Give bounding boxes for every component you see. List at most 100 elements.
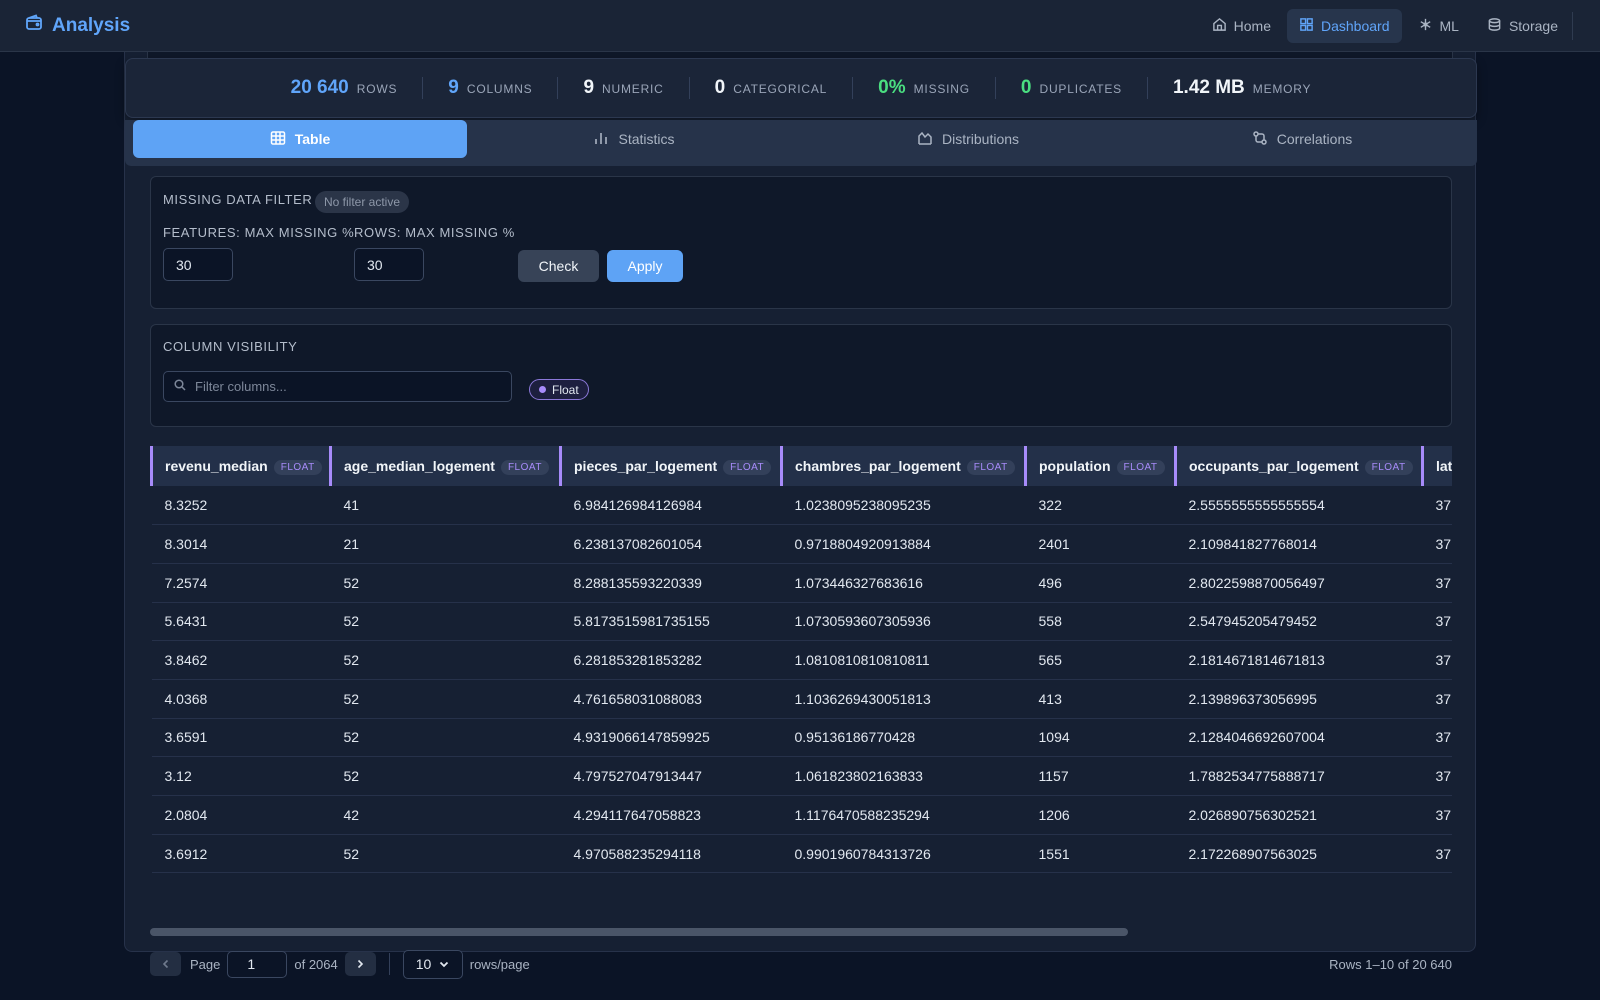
table-row: 8.3014 21 6.238137082601054 0.9718804920913…: [151, 524, 1452, 564]
main-nav: Home Dashboard ML Storage: [1200, 8, 1570, 43]
column-header-name: revenu_median: [165, 457, 268, 474]
column-header[interactable]: revenu_median FLOAT: [150, 446, 331, 486]
table-cell: 52: [330, 834, 561, 874]
table-cell: 52: [330, 563, 561, 603]
stat-memory: 1.42 MB MEMORY: [1146, 77, 1336, 99]
missing-filter-title: MISSING DATA FILTER: [163, 192, 313, 207]
nav-ml[interactable]: ML: [1406, 9, 1471, 43]
table-cell: 37.: [1422, 834, 1452, 874]
column-header[interactable]: lat: [1421, 446, 1452, 486]
float-dot-icon: [539, 386, 546, 393]
column-visibility-card: COLUMN VISIBILITY Float: [150, 324, 1452, 427]
chevron-left-icon: [161, 957, 171, 972]
table-cell: 2.5555555555555554: [1175, 486, 1423, 526]
table-cell: 4.797527047913447: [560, 756, 782, 796]
tab-distributions[interactable]: Distributions: [801, 120, 1135, 158]
table-row: 3.6912 52 4.970588235294118 0.9901960784313…: [151, 834, 1452, 874]
column-filter-box[interactable]: [163, 371, 512, 402]
table-row: 3.12 52 4.797527047913447 1.061823802163833…: [151, 756, 1452, 796]
column-header[interactable]: pieces_par_logement FLOAT: [559, 446, 782, 486]
table-cell: 37.: [1422, 718, 1452, 758]
search-icon: [174, 378, 186, 396]
table-cell: 1.7882534775888717: [1175, 756, 1423, 796]
column-header[interactable]: age_median_logement FLOAT: [329, 446, 561, 486]
rows-per-page-select[interactable]: 10: [402, 949, 463, 979]
nav-dashboard-label: Dashboard: [1321, 17, 1390, 34]
table-cell: 4.9319066147859925: [560, 718, 782, 758]
tab-correlations[interactable]: Correlations: [1135, 120, 1469, 158]
apply-button[interactable]: Apply: [607, 250, 683, 282]
tab-statistics[interactable]: Statistics: [467, 120, 801, 158]
table-header-row: revenu_median FLOAT age_median_logement FL…: [150, 446, 1452, 486]
nav-dashboard[interactable]: Dashboard: [1287, 8, 1402, 43]
column-header-name: age_median_logement: [344, 457, 495, 474]
page-number-input[interactable]: [227, 950, 288, 978]
brand[interactable]: Analysis: [25, 14, 130, 37]
rows-per-page-value: 10: [415, 956, 432, 972]
table-cell: 1.1036269430051813: [781, 679, 1026, 719]
table-cell: 3.6591: [151, 718, 331, 758]
table-cell: 37.: [1422, 563, 1452, 603]
rows-max-missing-label: ROWS: MAX MISSING %: [354, 225, 515, 240]
table-cell: 52: [330, 602, 561, 642]
table-cell: 6.984126984126984: [560, 486, 782, 526]
grid-icon: [1299, 17, 1314, 35]
nav-home[interactable]: Home: [1200, 9, 1283, 43]
stat-memory-value: 1.42 MB: [1172, 77, 1245, 98]
table-cell: 37.: [1422, 640, 1452, 680]
features-max-missing-input[interactable]: [163, 248, 233, 281]
stat-categorical-label: CATEGORICAL: [733, 82, 828, 96]
table-cell: 2.139896373056995: [1175, 679, 1423, 719]
stat-categorical-value: 0: [714, 77, 726, 98]
table-cell: 52: [330, 640, 561, 680]
nav-storage-label: Storage: [1508, 17, 1558, 34]
column-type-badge: FLOAT: [500, 459, 549, 475]
column-header[interactable]: occupants_par_logement FLOAT: [1174, 446, 1423, 486]
database-icon: [1487, 17, 1502, 35]
table-cell: 0.95136186770428: [781, 718, 1026, 758]
table-cell: 0.9901960784313726: [781, 834, 1026, 874]
table-cell: 6.238137082601054: [560, 524, 782, 564]
tab-distributions-label: Distributions: [941, 131, 1020, 147]
prev-page-button[interactable]: [150, 952, 181, 976]
column-header[interactable]: chambres_par_logement FLOAT: [780, 446, 1026, 486]
check-button[interactable]: Check: [518, 250, 599, 282]
next-page-button[interactable]: [344, 952, 376, 976]
table-cell: 37.: [1422, 795, 1452, 835]
table-cell: 2.547945205479452: [1175, 602, 1423, 642]
column-header-name: occupants_par_logement: [1189, 457, 1359, 474]
tab-table[interactable]: Table: [133, 120, 467, 158]
type-filter-float[interactable]: Float: [529, 379, 589, 400]
stat-columns-label: COLUMNS: [466, 82, 533, 96]
column-type-badge: FLOAT: [966, 459, 1015, 475]
stat-missing-value: 0%: [878, 77, 906, 98]
stat-numeric: 9 NUMERIC: [557, 77, 688, 99]
table-cell: 2.1814671814671813: [1175, 640, 1423, 680]
nav-storage[interactable]: Storage: [1475, 9, 1570, 43]
table-cell: 52: [330, 679, 561, 719]
rows-max-missing-input[interactable]: [354, 248, 424, 281]
table-cell: 3.8462: [151, 640, 331, 680]
column-header[interactable]: population FLOAT: [1024, 446, 1176, 486]
table-cell: 1.0810810810810811: [781, 640, 1026, 680]
data-table-container[interactable]: revenu_median FLOAT age_median_logement FL…: [150, 446, 1452, 916]
scrollbar-thumb[interactable]: [150, 928, 1128, 936]
horizontal-scrollbar[interactable]: [150, 928, 1452, 936]
stat-numeric-label: NUMERIC: [602, 82, 664, 96]
stat-duplicates-value: 0: [1020, 77, 1032, 98]
table-cell: 496: [1025, 563, 1176, 603]
nav-home-label: Home: [1233, 17, 1271, 34]
column-filter-input[interactable]: [195, 379, 495, 394]
nav-ml-label: ML: [1439, 17, 1459, 34]
table-cell: 1.073446327683616: [781, 563, 1026, 603]
page-count-label: of 2064: [294, 956, 338, 972]
column-header-name: lat: [1436, 458, 1452, 474]
rows-summary: Rows 1–10 of 20 640: [1329, 956, 1452, 972]
tab-statistics-label: Statistics: [618, 131, 675, 147]
table-cell: 1.1176470588235294: [781, 795, 1026, 835]
correlation-icon: [1252, 130, 1268, 149]
table-cell: 3.6912: [151, 834, 331, 874]
column-header-name: chambres_par_logement: [795, 457, 961, 474]
table-icon: [270, 130, 286, 149]
nav-divider: [1572, 12, 1573, 40]
